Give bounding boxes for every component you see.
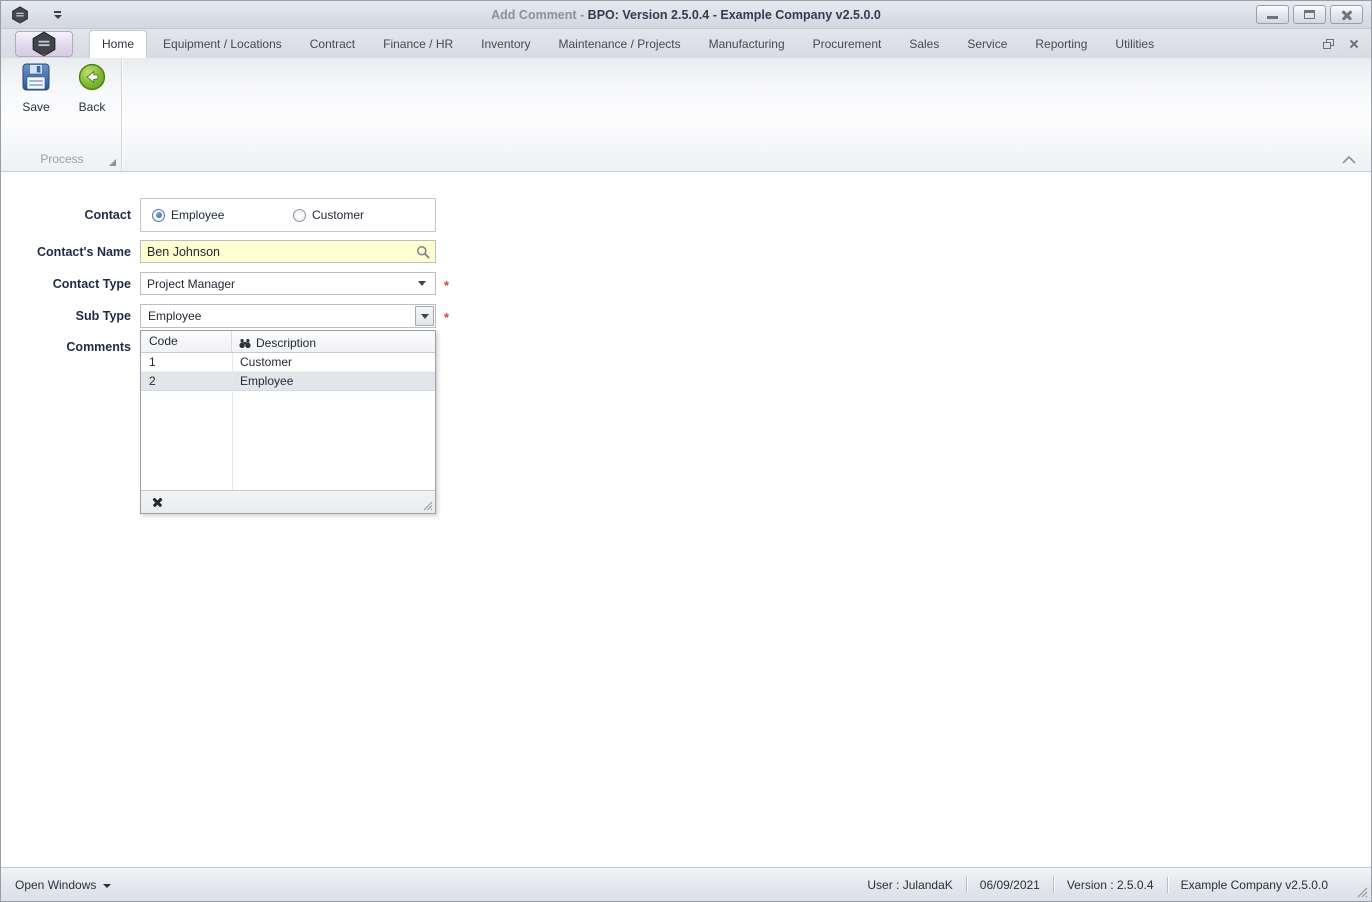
search-icon[interactable]	[416, 245, 430, 259]
status-company: Example Company v2.5.0.0	[1180, 877, 1328, 892]
sub-type-value: Employee	[148, 309, 202, 323]
dialog-launcher-icon[interactable]	[109, 159, 116, 166]
contacts-name-input[interactable]	[141, 244, 416, 259]
column-divider	[232, 353, 233, 490]
document-restore-button[interactable]	[1323, 38, 1334, 49]
sub-type-dropdown[interactable]: Employee	[140, 304, 436, 328]
application-menu-button[interactable]	[15, 31, 73, 57]
radio-selected-icon	[152, 208, 165, 222]
app-window: Add Comment - BPO: Version 2.5.0.4 - Exa…	[0, 0, 1372, 902]
sub-type-label: Sub Type	[75, 309, 131, 323]
tab-manufacturing[interactable]: Manufacturing	[697, 31, 797, 58]
tab-inventory[interactable]: Inventory	[469, 31, 542, 58]
tab-contract[interactable]: Contract	[298, 31, 367, 58]
column-header-code[interactable]: Code	[141, 331, 232, 352]
minimize-icon	[1267, 16, 1278, 19]
tab-sales[interactable]: Sales	[897, 31, 951, 58]
maximize-button[interactable]	[1293, 5, 1326, 24]
dropdown-row-customer[interactable]: 1 Customer	[141, 353, 435, 372]
popup-resize-grip-icon[interactable]	[421, 499, 433, 511]
status-user: User : JulandaK	[867, 877, 953, 892]
close-button[interactable]	[1330, 5, 1363, 24]
contact-type-required-marker: *	[444, 278, 450, 293]
minimize-button[interactable]	[1256, 5, 1289, 24]
title-bar: Add Comment - BPO: Version 2.5.0.4 - Exa…	[1, 1, 1371, 29]
window-resize-grip-icon[interactable]	[1355, 885, 1368, 898]
tab-equipment-locations[interactable]: Equipment / Locations	[151, 31, 294, 58]
chevron-down-icon	[418, 281, 426, 286]
maximize-icon	[1304, 10, 1315, 19]
window-title: Add Comment - BPO: Version 2.5.0.4 - Exa…	[491, 7, 881, 22]
contact-label: Contact	[84, 208, 131, 222]
binoculars-icon	[239, 338, 251, 348]
tab-utilities[interactable]: Utilities	[1103, 31, 1166, 58]
tab-finance-hr[interactable]: Finance / HR	[371, 31, 465, 58]
ribbon-body: Save Back Process	[1, 58, 1371, 172]
ribbon-group-label: Process	[40, 152, 84, 166]
tab-reporting[interactable]: Reporting	[1023, 31, 1099, 58]
comments-label: Comments	[66, 340, 131, 354]
contact-type-label: Contact Type	[52, 277, 131, 291]
clear-selection-icon[interactable]	[152, 497, 163, 508]
dropdown-grid-header: Code Description	[141, 331, 435, 353]
status-bar: Open Windows User : JulandaK 06/09/2021 …	[1, 867, 1371, 901]
radio-unselected-icon	[293, 208, 306, 222]
sub-type-dropdown-button[interactable]	[415, 306, 434, 326]
back-button-label: Back	[78, 100, 106, 114]
tab-maintenance-projects[interactable]: Maintenance / Projects	[547, 31, 693, 58]
document-close-button[interactable]	[1349, 39, 1359, 49]
app-logo-icon	[32, 31, 56, 57]
status-version: Version : 2.5.0.4	[1066, 877, 1154, 892]
ribbon-tabs: Home Equipment / Locations Contract Fina…	[87, 29, 1168, 58]
ribbon-tab-row: Home Equipment / Locations Contract Fina…	[1, 29, 1371, 58]
sub-type-required-marker: *	[444, 310, 450, 325]
dropdown-row-employee[interactable]: 2 Employee	[141, 372, 435, 391]
collapse-ribbon-chevron-icon[interactable]	[1341, 154, 1357, 165]
radio-customer[interactable]: Customer	[293, 208, 364, 222]
contact-radio-group: Employee Customer	[140, 198, 436, 232]
contact-type-dropdown[interactable]: Project Manager	[140, 272, 436, 295]
back-arrow-icon	[78, 63, 106, 91]
tab-procurement[interactable]: Procurement	[801, 31, 894, 58]
open-windows-menu[interactable]: Open Windows	[1, 878, 112, 892]
save-button[interactable]: Save	[11, 63, 61, 141]
dropdown-grid-footer	[141, 490, 435, 513]
close-icon	[1341, 9, 1353, 21]
sub-type-dropdown-popup: Code Description 1 Customer 2 Employee	[140, 330, 436, 514]
chevron-down-icon	[103, 883, 112, 888]
save-button-label: Save	[22, 100, 50, 114]
tab-service[interactable]: Service	[955, 31, 1019, 58]
contact-type-value: Project Manager	[147, 276, 236, 291]
column-header-description[interactable]: Description	[232, 331, 435, 352]
contacts-name-label: Contact's Name	[37, 245, 131, 259]
tab-home[interactable]: Home	[89, 30, 148, 58]
chevron-down-icon	[420, 313, 429, 319]
contacts-name-field	[140, 240, 436, 263]
dropdown-grid-body: 1 Customer 2 Employee	[141, 353, 435, 490]
back-button[interactable]: Back	[67, 63, 117, 141]
floppy-disk-icon	[22, 63, 50, 91]
radio-employee[interactable]: Employee	[152, 208, 224, 222]
ribbon-group-process: Save Back Process	[3, 58, 122, 171]
status-date: 06/09/2021	[979, 877, 1040, 892]
